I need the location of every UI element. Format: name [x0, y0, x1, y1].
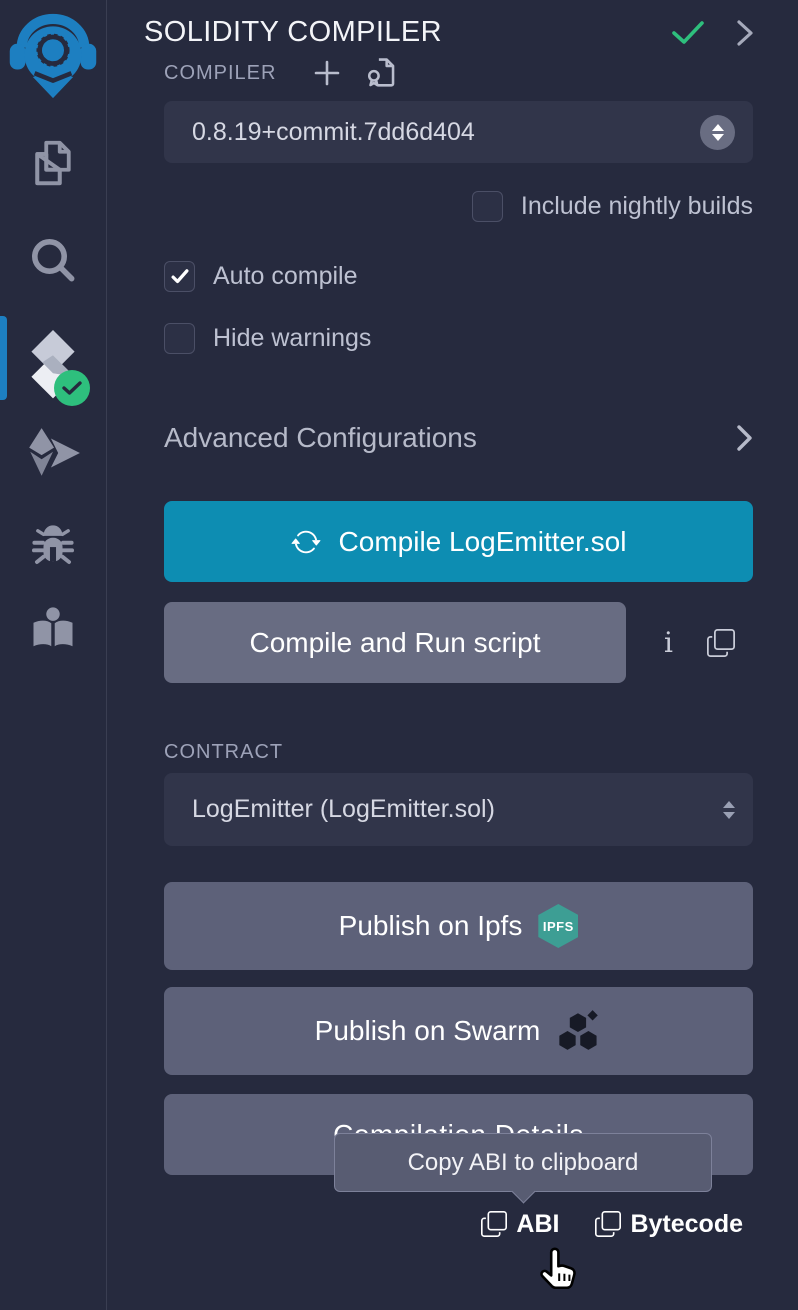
publish-swarm-button[interactable]: Publish on Swarm — [164, 987, 753, 1075]
copy-icon — [481, 1211, 507, 1237]
copy-abi-tooltip: Copy ABI to clipboard — [334, 1133, 712, 1192]
info-icon[interactable]: i — [664, 629, 673, 657]
advanced-configurations-toggle[interactable]: Advanced Configurations — [164, 422, 753, 454]
compile-run-row: Compile and Run script i — [164, 602, 753, 683]
copy-bytecode-link[interactable]: Bytecode — [595, 1210, 743, 1239]
tooltip-text: Copy ABI to clipboard — [408, 1149, 639, 1177]
copy-script-icon[interactable] — [707, 629, 735, 657]
include-nightly-checkbox[interactable] — [472, 191, 503, 222]
compile-and-run-label: Compile and Run script — [249, 627, 540, 659]
publish-ipfs-label: Publish on Ipfs — [339, 910, 523, 942]
publish-swarm-label: Publish on Swarm — [315, 1015, 541, 1047]
compile-button[interactable]: Compile LogEmitter.sol — [164, 501, 753, 582]
contract-section-header: CONTRACT — [164, 739, 753, 765]
compiler-section-header: COMPILER — [164, 57, 753, 89]
hide-warnings-row: Hide warnings — [164, 322, 753, 354]
compiler-version-value: 0.8.19+commit.7dd6d404 — [192, 118, 700, 147]
icon-sidebar — [0, 0, 107, 1310]
compiled-success-badge — [54, 370, 90, 406]
panel-header: SOLIDITY COMPILER — [107, 0, 798, 49]
hide-warnings-label[interactable]: Hide warnings — [213, 324, 371, 353]
refresh-icon — [291, 527, 321, 557]
panel-content: COMPILER 0.8.19+commit.7dd6d404 — [107, 57, 798, 1242]
compile-success-check-icon — [671, 20, 705, 46]
abi-label: ABI — [516, 1210, 559, 1239]
auto-compile-checkbox[interactable] — [164, 261, 195, 292]
debugger-icon[interactable] — [26, 520, 80, 572]
add-compiler-icon[interactable] — [312, 58, 342, 88]
swarm-logo-icon — [556, 1010, 602, 1052]
hide-warnings-checkbox[interactable] — [164, 323, 195, 354]
collapse-chevron-icon[interactable] — [737, 19, 754, 47]
copy-icon — [595, 1211, 621, 1237]
compiler-version-select[interactable]: 0.8.19+commit.7dd6d404 — [164, 101, 753, 163]
auto-compile-label[interactable]: Auto compile — [213, 262, 358, 291]
license-icon[interactable] — [364, 55, 398, 91]
contract-section-label: CONTRACT — [164, 741, 283, 764]
panel-title: SOLIDITY COMPILER — [144, 16, 671, 49]
copy-abi-link[interactable]: ABI — [481, 1210, 559, 1239]
check-icon — [62, 380, 82, 396]
chevron-right-icon — [737, 424, 753, 452]
ipfs-logo-icon: IPFS — [538, 904, 578, 948]
select-caret-icon — [700, 115, 735, 150]
include-nightly-label[interactable]: Include nightly builds — [521, 192, 753, 221]
compile-and-run-button[interactable]: Compile and Run script — [164, 602, 626, 683]
compile-button-label: Compile LogEmitter.sol — [339, 526, 627, 558]
deploy-run-icon[interactable] — [24, 428, 82, 478]
remix-logo-icon[interactable] — [7, 6, 99, 100]
plugin-book-icon[interactable] — [27, 602, 79, 654]
solidity-compiler-icon[interactable] — [18, 328, 88, 404]
contract-select[interactable]: LogEmitter (LogEmitter.sol) — [164, 773, 753, 846]
contract-select-value: LogEmitter (LogEmitter.sol) — [192, 795, 723, 824]
search-icon[interactable] — [25, 232, 81, 288]
include-nightly-row: Include nightly builds — [164, 190, 753, 222]
auto-compile-row: Auto compile — [164, 260, 753, 292]
publish-ipfs-button[interactable]: Publish on Ipfs IPFS — [164, 882, 753, 970]
bytecode-label: Bytecode — [630, 1210, 743, 1239]
remix-app: SOLIDITY COMPILER COMPILER — [0, 0, 798, 1310]
copy-artifacts-row: ABI Bytecode — [164, 1206, 753, 1242]
active-plugin-indicator — [0, 316, 7, 400]
solidity-compiler-panel: SOLIDITY COMPILER COMPILER — [107, 0, 798, 1310]
compiler-section-label: COMPILER — [164, 62, 276, 85]
file-explorer-icon[interactable] — [26, 136, 80, 190]
advanced-configurations-label: Advanced Configurations — [164, 422, 737, 454]
select-caret-icon — [723, 801, 735, 819]
